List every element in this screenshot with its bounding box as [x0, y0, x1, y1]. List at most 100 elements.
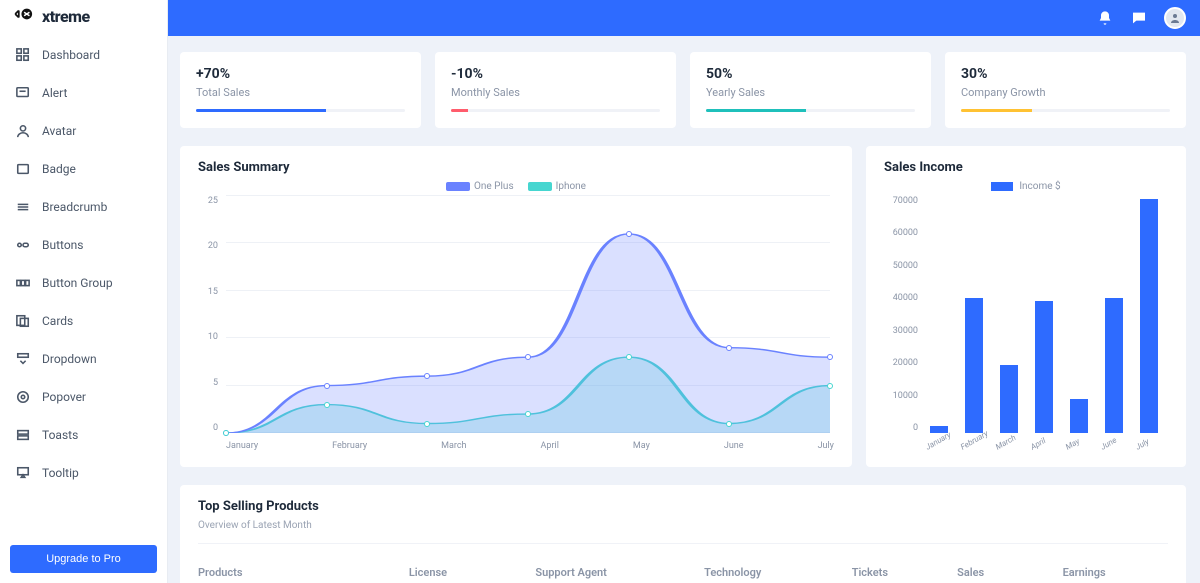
logo-mark-icon: [14, 6, 36, 26]
stat-bar: [961, 109, 1170, 112]
sidebar-item-dashboard[interactable]: Dashboard: [0, 36, 167, 74]
y-axis-labels: 2520151050: [198, 196, 218, 433]
sidebar-item-buttons[interactable]: Buttons: [0, 226, 167, 264]
stat-card-3: 30% Company Growth: [945, 52, 1186, 128]
table-header-cell: License: [409, 566, 536, 579]
avatar-icon[interactable]: [1164, 7, 1186, 29]
data-point: [223, 430, 229, 436]
sales-income-title: Sales Income: [884, 160, 1168, 175]
sidebar-item-tooltip[interactable]: Tooltip: [0, 454, 167, 492]
data-point: [626, 231, 632, 237]
data-point: [324, 383, 330, 389]
sidebar-item-label: Cards: [42, 314, 73, 328]
stat-card-1: -10% Monthly Sales: [435, 52, 676, 128]
sidebar-item-label: Dashboard: [42, 48, 100, 62]
sidebar-item-dropdown[interactable]: Dropdown: [0, 340, 167, 378]
x-axis-labels: JanuaryFebruaryMarchAprilMayJuneJuly: [924, 444, 1164, 453]
sidebar-item-cards[interactable]: Cards: [0, 302, 167, 340]
sidebar-item-label: Buttons: [42, 238, 84, 252]
stat-label: Company Growth: [961, 86, 1170, 99]
table-header-cell: Sales: [957, 566, 1062, 579]
tooltip-icon: [16, 466, 30, 480]
sidebar-item-label: Breadcrumb: [42, 200, 107, 214]
stat-bar: [706, 109, 915, 112]
badge-icon: [16, 162, 30, 176]
table-header-row: ProductsLicenseSupport AgentTechnologyTi…: [198, 543, 1168, 583]
income-swatch: [991, 182, 1013, 191]
sidebar-item-badge[interactable]: Badge: [0, 150, 167, 188]
sales-summary-title: Sales Summary: [198, 160, 834, 175]
avatar-icon: [16, 124, 30, 138]
sidebar-item-label: Button Group: [42, 276, 113, 290]
buttons-icon: [16, 238, 30, 252]
y-axis-labels: 700006000050000400003000020000100000: [884, 196, 918, 433]
stat-value: +70%: [196, 66, 405, 82]
sidebar-item-toasts[interactable]: Toasts: [0, 416, 167, 454]
sales-income-legend: Income $: [884, 181, 1168, 192]
sales-summary-legend: One Plus Iphone: [198, 181, 834, 192]
stat-label: Monthly Sales: [451, 86, 660, 99]
button-group-icon: [16, 276, 30, 290]
stat-card-2: 50%Yearly Sales: [690, 52, 931, 128]
cards-icon: [16, 314, 30, 328]
upgrade-button[interactable]: Upgrade to Pro: [10, 545, 157, 573]
nav: Dashboard Alert Avatar Badge Breadcrumb Butto…: [0, 32, 167, 535]
stat-label: Total Sales: [196, 86, 405, 99]
bar-february: [959, 298, 989, 433]
sidebar-item-label: Tooltip: [42, 466, 79, 480]
sidebar-item-label: Avatar: [42, 124, 76, 138]
table-header-cell: Support Agent: [535, 566, 704, 579]
data-point: [424, 421, 430, 427]
x-axis-labels: JanuaryFebruaryMarchAprilMayJuneJuly: [226, 441, 834, 451]
sidebar-item-avatar[interactable]: Avatar: [0, 112, 167, 150]
dropdown-icon: [16, 352, 30, 366]
grid-icon: [16, 48, 30, 62]
notifications-icon[interactable]: [1096, 9, 1114, 27]
sidebar-item-alert[interactable]: Alert: [0, 74, 167, 112]
data-point: [827, 354, 833, 360]
bar-march: [994, 365, 1024, 433]
stat-bar: [196, 109, 405, 112]
sidebar-item-label: Badge: [42, 162, 76, 176]
table-header-cell: Earnings: [1063, 566, 1168, 579]
table-header-cell: Tickets: [852, 566, 957, 579]
data-point: [525, 411, 531, 417]
sales-income-plot: [924, 196, 1164, 433]
stat-bar: [451, 109, 660, 112]
sidebar-item-button-group[interactable]: Button Group: [0, 264, 167, 302]
top-selling-subtitle: Overview of Latest Month: [198, 520, 1168, 531]
sidebar: xtreme Dashboard Alert Avatar Badge Breadcru…: [0, 0, 168, 583]
alert-icon: [16, 86, 30, 100]
logo[interactable]: xtreme: [0, 0, 167, 32]
sidebar-item-label: Popover: [42, 390, 86, 404]
data-point: [324, 402, 330, 408]
table-header-cell: Products: [198, 566, 409, 579]
bar-july: [1134, 199, 1164, 433]
sales-income-card: Sales Income Income $ 700006000050000400…: [866, 146, 1186, 467]
sidebar-item-breadcrumb[interactable]: Breadcrumb: [0, 188, 167, 226]
table-header-cell: Technology: [704, 566, 852, 579]
sales-summary-chart: 2520151050 JanuaryFebruaryMarchAprilMayJ…: [198, 196, 834, 451]
bar-april: [1029, 301, 1059, 433]
income-legend-label: Income $: [1019, 181, 1060, 192]
legend-item: One Plus: [446, 181, 514, 192]
sidebar-item-label: Dropdown: [42, 352, 97, 366]
popover-icon: [16, 390, 30, 404]
messages-icon[interactable]: [1130, 9, 1148, 27]
sidebar-item-popover[interactable]: Popover: [0, 378, 167, 416]
legend-item: Iphone: [528, 181, 586, 192]
stat-label: Yearly Sales: [706, 86, 915, 99]
stat-value: -10%: [451, 66, 660, 82]
content: +70% Total Sales -10% Monthly Sales 50%Yearl…: [180, 52, 1186, 583]
stat-value: 30%: [961, 66, 1170, 82]
sales-summary-card: Sales Summary One Plus Iphone 2520151050 …: [180, 146, 852, 467]
data-point: [827, 383, 833, 389]
top-selling-title: Top Selling Products: [198, 499, 1168, 514]
stat-card-0: +70% Total Sales: [180, 52, 421, 128]
breadcrumb-icon: [16, 200, 30, 214]
data-point: [726, 421, 732, 427]
brand-name: xtreme: [42, 7, 90, 26]
sidebar-item-label: Toasts: [42, 428, 78, 442]
sales-summary-plot: [226, 196, 830, 433]
toasts-icon: [16, 428, 30, 442]
